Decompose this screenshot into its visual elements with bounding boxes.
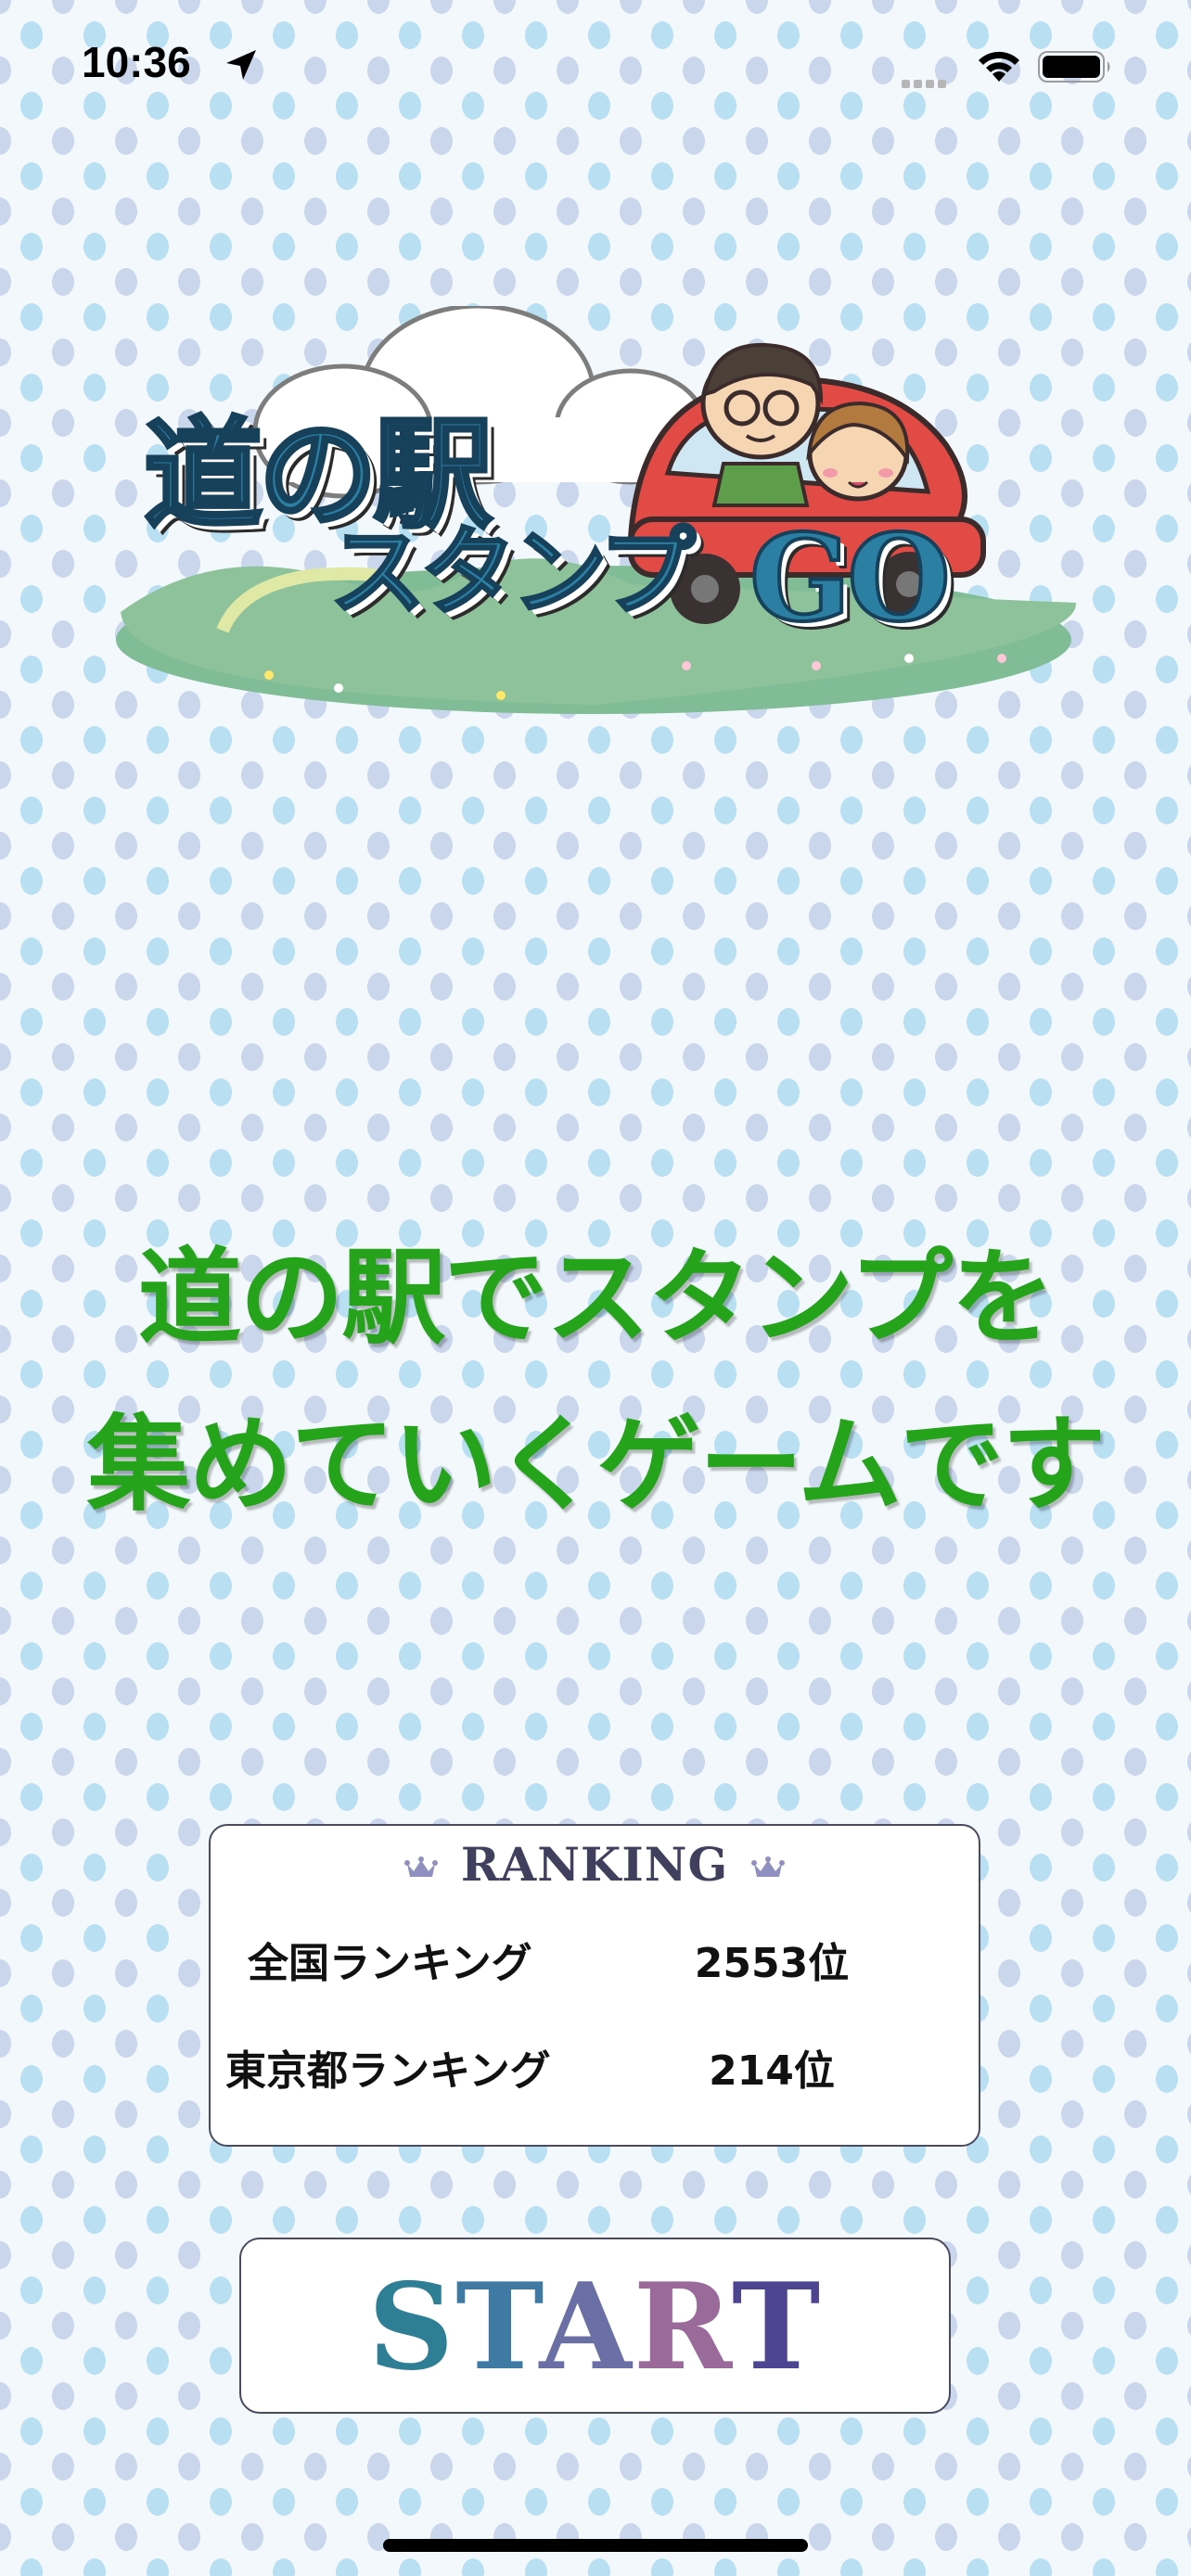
status-time: 10:36: [82, 38, 191, 86]
logo-title-sub: スタンプ: [328, 516, 698, 629]
passenger-illustration: [806, 401, 910, 502]
ranking-header-label: RANKING: [460, 1837, 729, 1892]
battery-icon: [1038, 51, 1110, 83]
home-indicator[interactable]: [383, 2539, 808, 2552]
ranking-row-tokyo: 東京都ランキング 214位: [211, 2037, 979, 2095]
tagline-line-1: 道の駅でスタンプを: [137, 1238, 1056, 1358]
status-bar: 10:36: [0, 0, 1191, 130]
crown-icon: [404, 1856, 439, 1877]
crown-icon: [750, 1856, 785, 1877]
ranking-label: 東京都ランキング: [225, 2047, 551, 2095]
location-arrow-icon: [226, 50, 256, 80]
start-letter: T: [455, 2258, 540, 2397]
ranking-label: 全国ランキング: [248, 1940, 532, 1987]
start-letter: R: [633, 2258, 732, 2397]
ranking-value: 214位: [709, 2047, 835, 2095]
ranking-row-national: 全国ランキング 2553位: [211, 1930, 979, 1987]
ranking-header: RANKING: [211, 1837, 979, 1892]
start-letter: A: [539, 2258, 634, 2397]
wifi-icon: [979, 51, 1019, 82]
ranking-value: 2553位: [694, 1940, 850, 1987]
start-letter: T: [731, 2258, 823, 2397]
tagline-line-2: 集めていくゲームです: [86, 1405, 1107, 1525]
ranking-card: RANKING 全国ランキング 2553位 東京都ランキング 214位: [209, 1824, 980, 2147]
start-letter: S: [367, 2258, 456, 2397]
driver-illustration: [700, 342, 824, 507]
cellular-signal-icon: [902, 74, 957, 88]
tagline: 道の駅でスタンプを 集めていくゲームです: [0, 1215, 1191, 1549]
start-button[interactable]: START: [239, 2238, 951, 2414]
start-button-label: START: [368, 2258, 822, 2397]
logo-title-go: GO: [748, 509, 953, 648]
